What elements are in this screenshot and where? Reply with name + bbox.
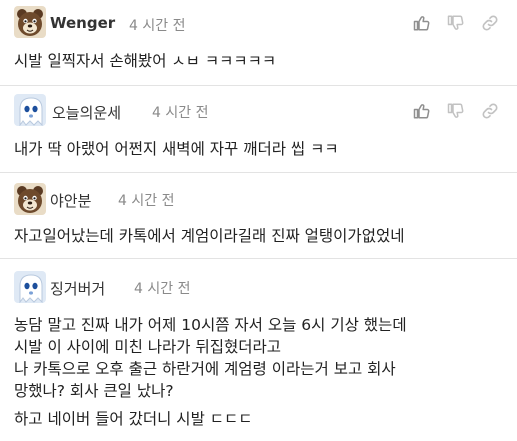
comment-body: 내가 딱 아랬어 어쩐지 새벽에 자꾸 깨더라 씹 ㅋㅋ: [14, 138, 507, 160]
comment-actions: [413, 14, 501, 34]
comment-text-line: 시발 이 사이에 미친 나라가 뒤집혔더라고: [14, 338, 282, 356]
comment-item: 오늘의운세 4 시간 전 내가 딱 아랬어 어쩐지 새벽에 자꾸 깨더라 씹 ㅋ…: [0, 86, 517, 173]
comment-text-line: 하고 네이버 들어 갔더니 시발 ㄷㄷㄷ: [14, 410, 253, 428]
thumbs-down-icon[interactable]: [447, 102, 467, 122]
link-icon[interactable]: [481, 102, 501, 122]
comment-header: 오늘의운세 4 시간 전: [0, 91, 517, 131]
timestamp: 4 시간 전: [152, 105, 209, 121]
author-name[interactable]: 오늘의운세: [52, 102, 121, 123]
ghost-avatar-icon[interactable]: [14, 94, 46, 126]
comment-text-line: 망했나? 회사 큰일 났나?: [14, 382, 174, 400]
author-name[interactable]: Wenger: [50, 14, 115, 32]
link-icon[interactable]: [481, 14, 501, 34]
author-name[interactable]: 징거버거: [50, 278, 105, 299]
author-name[interactable]: 야안분: [50, 190, 91, 211]
comment-item: 징거버거 4 시간 전 농담 말고 진짜 내가 어제 10시쯤 자서 오늘 6시…: [0, 259, 517, 441]
comment-body: 자고일어났는데 카톡에서 계엄이라길래 진짜 얼탱이가없었네: [14, 225, 507, 247]
comment-text: 자고일어났는데 카톡에서 계엄이라길래 진짜 얼탱이가없었네: [14, 227, 405, 245]
comment-body: 농담 말고 진짜 내가 어제 10시쯤 자서 오늘 6시 기상 했는데 시발 이…: [14, 314, 507, 430]
ghost-avatar-icon[interactable]: [14, 271, 46, 303]
comment-text-line: 농담 말고 진짜 내가 어제 10시쯤 자서 오늘 6시 기상 했는데: [14, 316, 407, 334]
thumbs-up-icon[interactable]: [413, 102, 433, 122]
timestamp: 4 시간 전: [118, 193, 175, 209]
bear-avatar-icon[interactable]: [14, 183, 46, 215]
comment-header: 징거버거 4 시간 전: [0, 268, 517, 308]
timestamp: 4 시간 전: [134, 281, 191, 297]
comment-actions: [413, 102, 501, 122]
bear-avatar-icon[interactable]: [14, 6, 46, 38]
comment-item: 야안분 4 시간 전 자고일어났는데 카톡에서 계엄이라길래 진짜 얼탱이가없었…: [0, 173, 517, 259]
thumbs-down-icon[interactable]: [447, 14, 467, 34]
comment-text: 내가 딱 아랬어 어쩐지 새벽에 자꾸 깨더라 씹 ㅋㅋ: [14, 140, 339, 158]
thumbs-up-icon[interactable]: [413, 14, 433, 34]
comment-body: 시발 일찍자서 손해봤어 ㅅㅂ ㅋㅋㅋㅋㅋ: [14, 50, 507, 72]
comment-header: Wenger 4 시간 전: [0, 3, 517, 43]
comment-text: 시발 일찍자서 손해봤어 ㅅㅂ ㅋㅋㅋㅋㅋ: [14, 52, 277, 70]
comment-text-line: 나 카톡으로 오후 출근 하란거에 계엄령 이라는거 보고 회사: [14, 360, 396, 378]
comment-header: 야안분 4 시간 전: [0, 180, 517, 220]
comment-item: Wenger 4 시간 전 시발 일찍자서 손해봤어 ㅅㅂ ㅋㅋㅋㅋㅋ: [0, 0, 517, 86]
timestamp: 4 시간 전: [129, 18, 186, 34]
